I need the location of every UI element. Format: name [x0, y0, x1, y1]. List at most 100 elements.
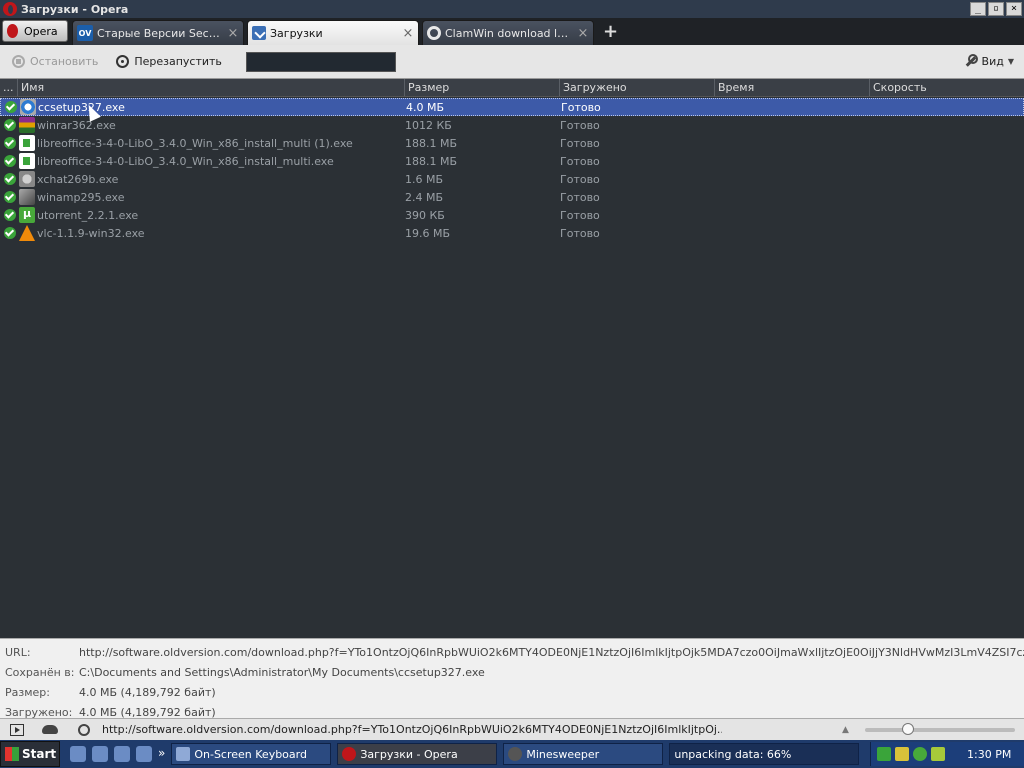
zoom-up-icon[interactable]: ▲ — [842, 725, 849, 735]
downloads-search-input[interactable] — [245, 51, 396, 72]
opera-menu-button[interactable]: Opera — [2, 20, 68, 42]
download-row[interactable]: xchat269b.exe 1.6 МБ Готово — [0, 170, 1024, 188]
detail-size-label: Размер: — [5, 685, 50, 699]
download-row[interactable]: winamp295.exe 2.4 МБ Готово — [0, 188, 1024, 206]
view-label: Вид — [981, 54, 1004, 68]
column-headers: ... Имя Размер Загружено Время Скорость — [0, 79, 1024, 97]
minesweeper-icon — [508, 747, 523, 761]
stop-label: Остановить — [30, 55, 99, 68]
vlc-icon — [19, 225, 35, 241]
file-name: winamp295.exe — [37, 190, 125, 204]
download-row[interactable]: ccsetup327.exe 4.0 МБ Готово — [0, 98, 1024, 116]
clock: 1:30 PM — [967, 747, 1012, 761]
file-size: 390 КБ — [405, 208, 445, 222]
download-row[interactable]: utorrent_2.2.1.exe 390 КБ Готово — [0, 206, 1024, 224]
column-name-header[interactable]: Имя — [18, 79, 405, 96]
done-check-icon — [4, 191, 16, 203]
detail-saved-label: Сохранён в: — [5, 665, 75, 679]
done-check-icon — [4, 209, 16, 221]
stop-button[interactable]: Остановить — [12, 55, 98, 68]
clamwin-icon — [427, 26, 441, 40]
internet-explorer-icon[interactable] — [92, 746, 108, 762]
column-menu-header[interactable]: ... — [0, 79, 18, 96]
tray-app-icon[interactable] — [895, 747, 909, 761]
download-row[interactable]: libreoffice-3-4-0-LibO_3.4.0_Win_x86_ins… — [0, 134, 1024, 152]
opera-logo-icon — [7, 24, 18, 38]
file-size: 1012 КБ — [405, 118, 452, 132]
detail-url-value[interactable]: http://software.oldversion.com/download.… — [79, 646, 1024, 659]
done-check-icon — [4, 155, 16, 167]
task-minesweeper[interactable]: Minesweeper — [503, 743, 664, 765]
tab-oldversion[interactable]: OV Старые Версии Security... × — [72, 20, 244, 45]
view-menu-button[interactable]: Вид ▼ — [964, 54, 1014, 68]
detail-saved-value[interactable]: C:\Documents and Settings\Administrator\… — [79, 666, 1024, 679]
download-row[interactable]: winrar362.exe 1012 КБ Готово — [0, 116, 1024, 134]
zoom-slider-handle[interactable] — [902, 722, 915, 735]
tab-label: Загрузки — [270, 26, 323, 40]
tab-downloads[interactable]: Загрузки × — [247, 20, 419, 45]
ccleaner-icon — [20, 99, 36, 115]
xchat-icon — [19, 171, 35, 187]
file-name: libreoffice-3-4-0-LibO_3.4.0_Win_x86_ins… — [37, 136, 353, 150]
start-button[interactable]: Start — [0, 741, 60, 767]
file-status: Готово — [560, 226, 600, 240]
winamp-icon — [19, 189, 35, 205]
power-icon[interactable] — [931, 747, 945, 761]
download-row[interactable]: libreoffice-3-4-0-LibO_3.4.0_Win_x86_ins… — [0, 152, 1024, 170]
detail-url-label: URL: — [5, 645, 31, 659]
quick-launch: » — [70, 746, 165, 762]
restart-button[interactable]: Перезапустить — [116, 55, 222, 68]
system-tray: 1:30 PM — [870, 742, 1024, 766]
task-label: On-Screen Keyboard — [194, 747, 307, 761]
close-tab-icon[interactable]: × — [577, 26, 589, 41]
file-status: Готово — [560, 208, 600, 222]
network-icon[interactable] — [877, 747, 891, 761]
task-label: unpacking data: 66% — [674, 747, 792, 761]
file-size: 188.1 МБ — [405, 154, 458, 168]
close-tab-icon[interactable]: × — [402, 26, 414, 41]
download-row[interactable]: vlc-1.1.9-win32.exe 19.6 МБ Готово — [0, 224, 1024, 242]
turbo-icon[interactable] — [78, 723, 90, 736]
show-desktop-icon[interactable] — [70, 746, 86, 762]
file-size: 19.6 МБ — [405, 226, 451, 240]
outlook-express-icon[interactable] — [114, 746, 130, 762]
file-size: 1.6 МБ — [405, 172, 444, 186]
task-unpacking[interactable]: unpacking data: 66% — [669, 743, 860, 765]
task-on-screen-keyboard[interactable]: On-Screen Keyboard — [171, 743, 332, 765]
download-details-panel: URL: http://software.oldversion.com/down… — [0, 638, 1024, 719]
utorrent-tray-icon[interactable] — [913, 747, 927, 761]
column-time-header[interactable]: Время — [715, 79, 870, 96]
detail-saved-row: Сохранён в: C:\Documents and Settings\Ad… — [0, 662, 1024, 682]
status-url: http://software.oldversion.com/download.… — [102, 723, 722, 736]
tab-clamwin[interactable]: ClamWin download latest... × — [422, 20, 594, 45]
task-opera[interactable]: Загрузки - Opera — [337, 743, 498, 765]
restart-icon — [116, 55, 130, 68]
explorer-icon[interactable] — [136, 746, 152, 762]
column-size-header[interactable]: Размер — [405, 79, 560, 96]
close-tab-icon[interactable]: × — [227, 26, 239, 41]
minimize-button[interactable]: _ — [970, 2, 986, 16]
opera-menu-label: Opera — [24, 24, 58, 38]
opera-logo-icon — [3, 2, 17, 16]
keyboard-icon — [176, 747, 191, 761]
restart-label: Перезапустить — [134, 55, 222, 68]
close-window-button[interactable]: × — [1006, 2, 1022, 16]
detail-downloaded-value: 4.0 МБ (4,189,792 байт) — [79, 705, 216, 719]
zoom-slider[interactable] — [864, 722, 1015, 735]
column-downloaded-header[interactable]: Загружено — [560, 79, 715, 96]
maximize-button[interactable]: ▫ — [988, 2, 1004, 16]
tab-bar: Opera OV Старые Версии Security... × Заг… — [0, 18, 1024, 45]
detail-url-row: URL: http://software.oldversion.com/down… — [0, 642, 1024, 662]
file-name: utorrent_2.2.1.exe — [37, 208, 139, 222]
quick-launch-more-button[interactable]: » — [158, 746, 165, 762]
windows-flag-icon — [5, 747, 19, 761]
new-tab-button[interactable]: + — [603, 21, 618, 42]
file-status: Готово — [560, 154, 600, 168]
panel-toggle-icon[interactable] — [10, 723, 24, 736]
window-title: Загрузки - Opera — [21, 2, 129, 16]
unite-cloud-icon[interactable] — [42, 725, 58, 734]
column-speed-header[interactable]: Скорость — [870, 79, 1024, 96]
detail-size-value: 4.0 МБ (4,189,792 байт) — [79, 685, 216, 699]
done-check-icon — [5, 101, 17, 113]
file-status: Готово — [561, 100, 601, 114]
